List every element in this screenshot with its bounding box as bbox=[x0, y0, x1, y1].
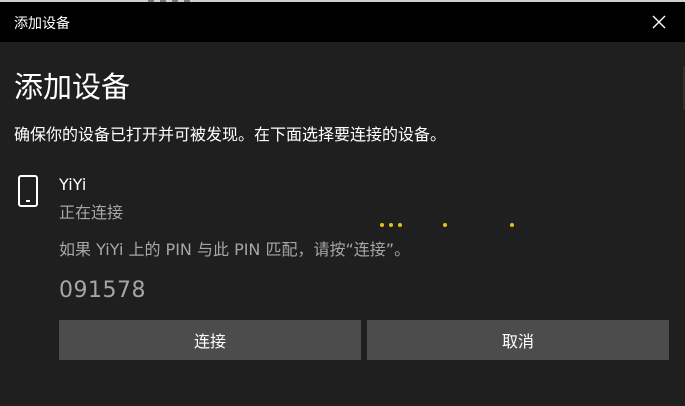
close-icon bbox=[652, 15, 666, 29]
page-title: 添加设备 bbox=[14, 70, 131, 104]
device-status: 正在连接 bbox=[59, 203, 124, 222]
window-title: 添加设备 bbox=[14, 16, 70, 32]
add-device-dialog: 添加设备 添加设备 确保你的设备已打开并可被发现。在下面选择要连接的设备。 Yi… bbox=[0, 0, 685, 406]
connect-button[interactable]: 连接 bbox=[59, 320, 361, 360]
instructions-text: 确保你的设备已打开并可被发现。在下面选择要连接的设备。 bbox=[14, 125, 447, 144]
close-button[interactable] bbox=[651, 14, 667, 30]
title-bar: 添加设备 bbox=[0, 2, 685, 42]
connecting-progress-dots bbox=[376, 223, 526, 229]
cancel-button[interactable]: 取消 bbox=[367, 320, 669, 360]
device-name: YiYi bbox=[59, 175, 87, 194]
phone-icon bbox=[18, 175, 38, 207]
pin-code: 091578 bbox=[59, 278, 146, 303]
pin-instruction: 如果 YiYi 上的 PIN 与此 PIN 匹配，请按“连接”。 bbox=[59, 240, 411, 259]
